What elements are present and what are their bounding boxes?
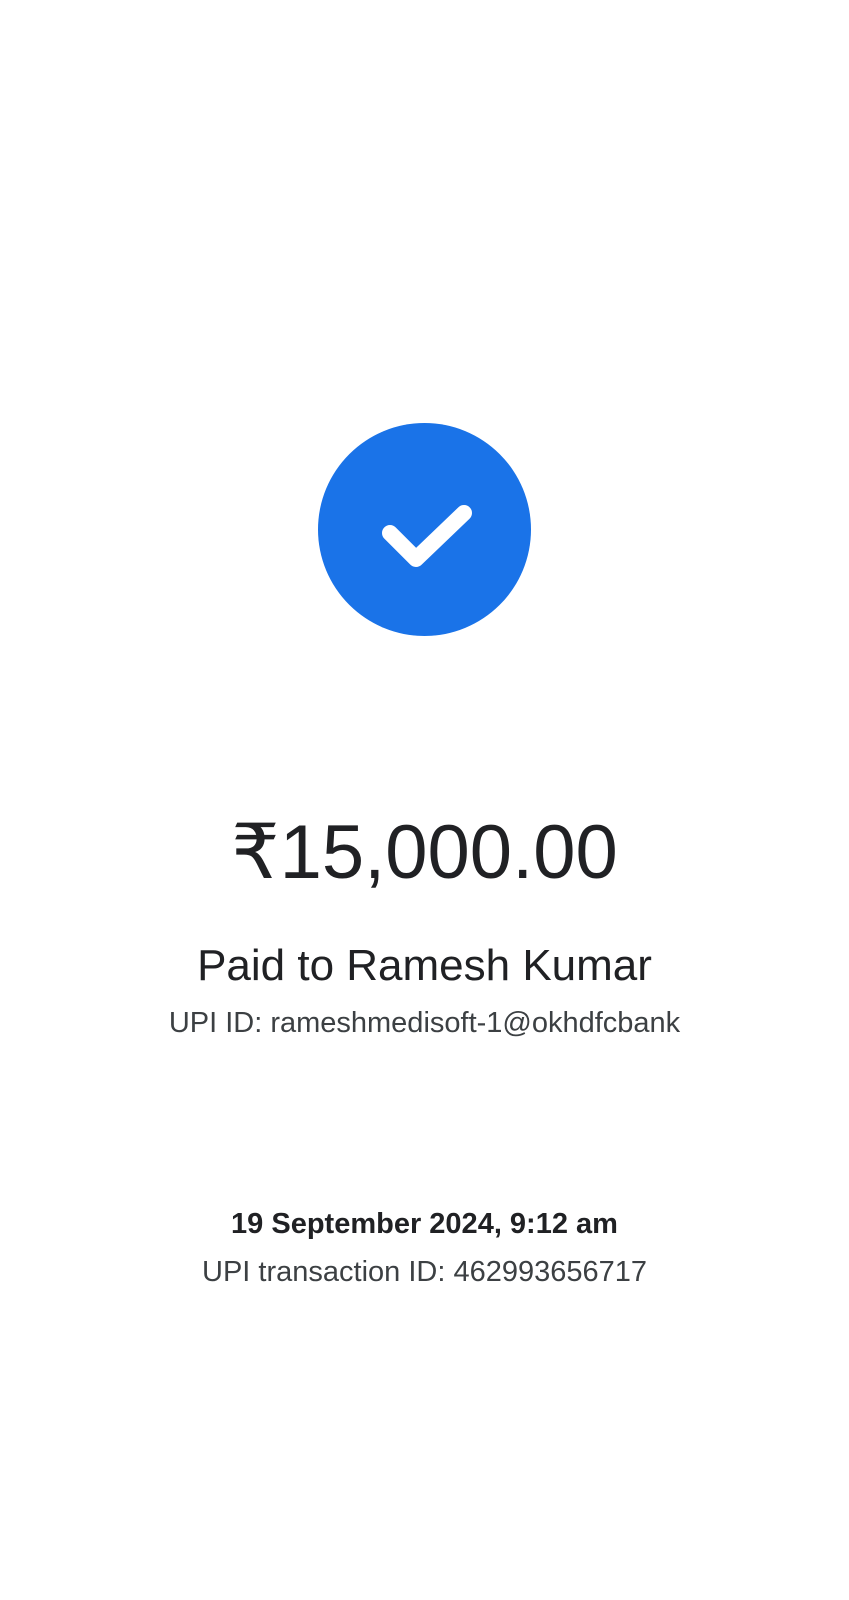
- transaction-id: UPI transaction ID: 462993656717: [202, 1256, 647, 1288]
- payee-name: Paid to Ramesh Kumar: [197, 941, 652, 990]
- transaction-datetime: 19 September 2024, 9:12 am: [231, 1208, 618, 1240]
- checkmark-icon: [382, 505, 472, 567]
- upi-id: UPI ID: rameshmedisoft-1@okhdfcbank: [168, 1007, 681, 1039]
- payment-success-screen: ₹15,000.00 Paid to Ramesh Kumar UPI ID: …: [0, 0, 849, 1600]
- payment-amount: ₹15,000.00: [231, 810, 618, 895]
- check-circle-icon: [318, 423, 531, 636]
